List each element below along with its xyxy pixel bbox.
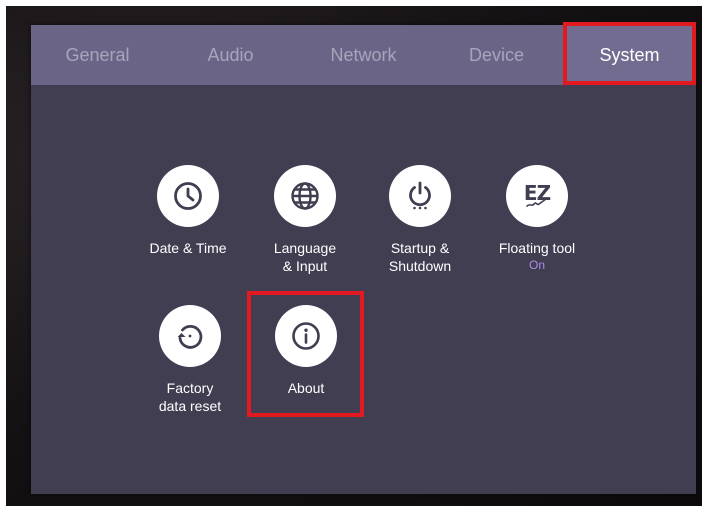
- startup-shutdown-option[interactable]: Startup & Shutdown: [365, 165, 475, 275]
- tab-bar: General Audio Network Device System: [31, 25, 696, 85]
- tab-device[interactable]: Device: [430, 25, 563, 85]
- power-icon: [389, 165, 451, 227]
- about-option[interactable]: About: [251, 305, 361, 397]
- tab-system[interactable]: System: [563, 25, 696, 85]
- language-input-label: Language & Input: [273, 240, 337, 274]
- ez-write-icon: EZ: [506, 165, 568, 227]
- language-input-option[interactable]: Language & Input: [250, 165, 360, 275]
- factory-reset-label: Factory data reset: [158, 380, 222, 414]
- factory-reset-option[interactable]: Factory data reset: [135, 305, 245, 415]
- date-time-option[interactable]: Date & Time: [133, 165, 243, 257]
- settings-panel: General Audio Network Device System Date…: [31, 25, 696, 494]
- startup-shutdown-label: Startup & Shutdown: [388, 240, 452, 274]
- about-label: About: [287, 380, 325, 396]
- screen: General Audio Network Device System Date…: [0, 0, 702, 510]
- info-icon: [275, 305, 337, 367]
- date-time-label: Date & Time: [149, 240, 227, 256]
- globe-icon: [274, 165, 336, 227]
- tab-general[interactable]: General: [31, 25, 164, 85]
- tab-network[interactable]: Network: [297, 25, 430, 85]
- tab-audio[interactable]: Audio: [164, 25, 297, 85]
- floating-tool-option[interactable]: EZ Floating tool On: [482, 165, 592, 272]
- floating-tool-label: Floating tool: [498, 240, 576, 256]
- floating-tool-status: On: [528, 258, 545, 272]
- reset-icon: [159, 305, 221, 367]
- clock-icon: [157, 165, 219, 227]
